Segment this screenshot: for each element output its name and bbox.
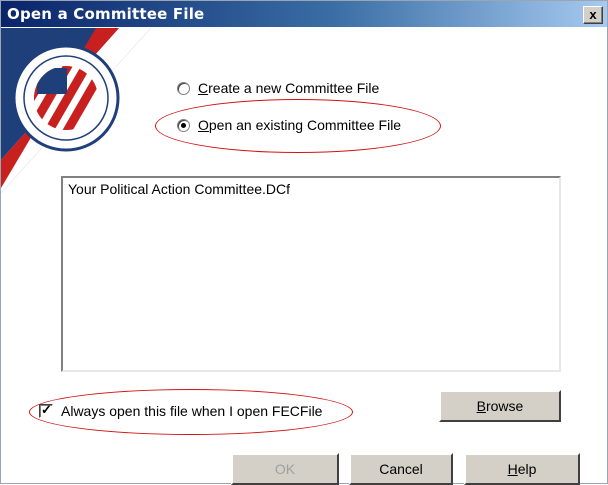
always-open-checkbox[interactable]: ✓ [39, 402, 53, 418]
always-open-option[interactable]: ✓ Always open this file when I open FECF… [39, 402, 323, 419]
open-committee-file-dialog: Open a Committee File x Create a new Com… [0, 0, 608, 485]
browse-button[interactable]: Browse [439, 390, 561, 422]
browse-label: Browse [476, 398, 524, 414]
close-button[interactable]: x [583, 6, 603, 24]
create-new-radio[interactable] [177, 81, 190, 95]
open-existing-option[interactable]: Open an existing Committee File [177, 117, 401, 133]
create-new-label: Create a new Committee File [198, 80, 380, 96]
ok-button[interactable]: OK [231, 453, 339, 485]
cancel-label: Cancel [379, 461, 423, 477]
create-new-option[interactable]: Create a new Committee File [177, 80, 379, 96]
list-item[interactable]: Your Political Action Committee.DCf [68, 181, 290, 197]
always-open-label: Always open this file when I open FECFil… [61, 403, 323, 419]
help-label: Help [507, 461, 537, 477]
fec-seal-logo [1, 28, 151, 193]
close-icon: x [589, 7, 597, 22]
open-existing-radio[interactable] [177, 118, 190, 132]
dialog-title: Open a Committee File [7, 5, 205, 23]
open-existing-label: Open an existing Committee File [198, 117, 402, 133]
title-bar[interactable]: Open a Committee File x [1, 1, 607, 27]
help-button[interactable]: Help [464, 453, 580, 485]
checkmark-icon: ✓ [41, 402, 52, 417]
committee-file-list[interactable]: Your Political Action Committee.DCf [61, 176, 561, 372]
ok-label: OK [274, 461, 296, 477]
cancel-button[interactable]: Cancel [349, 453, 453, 485]
